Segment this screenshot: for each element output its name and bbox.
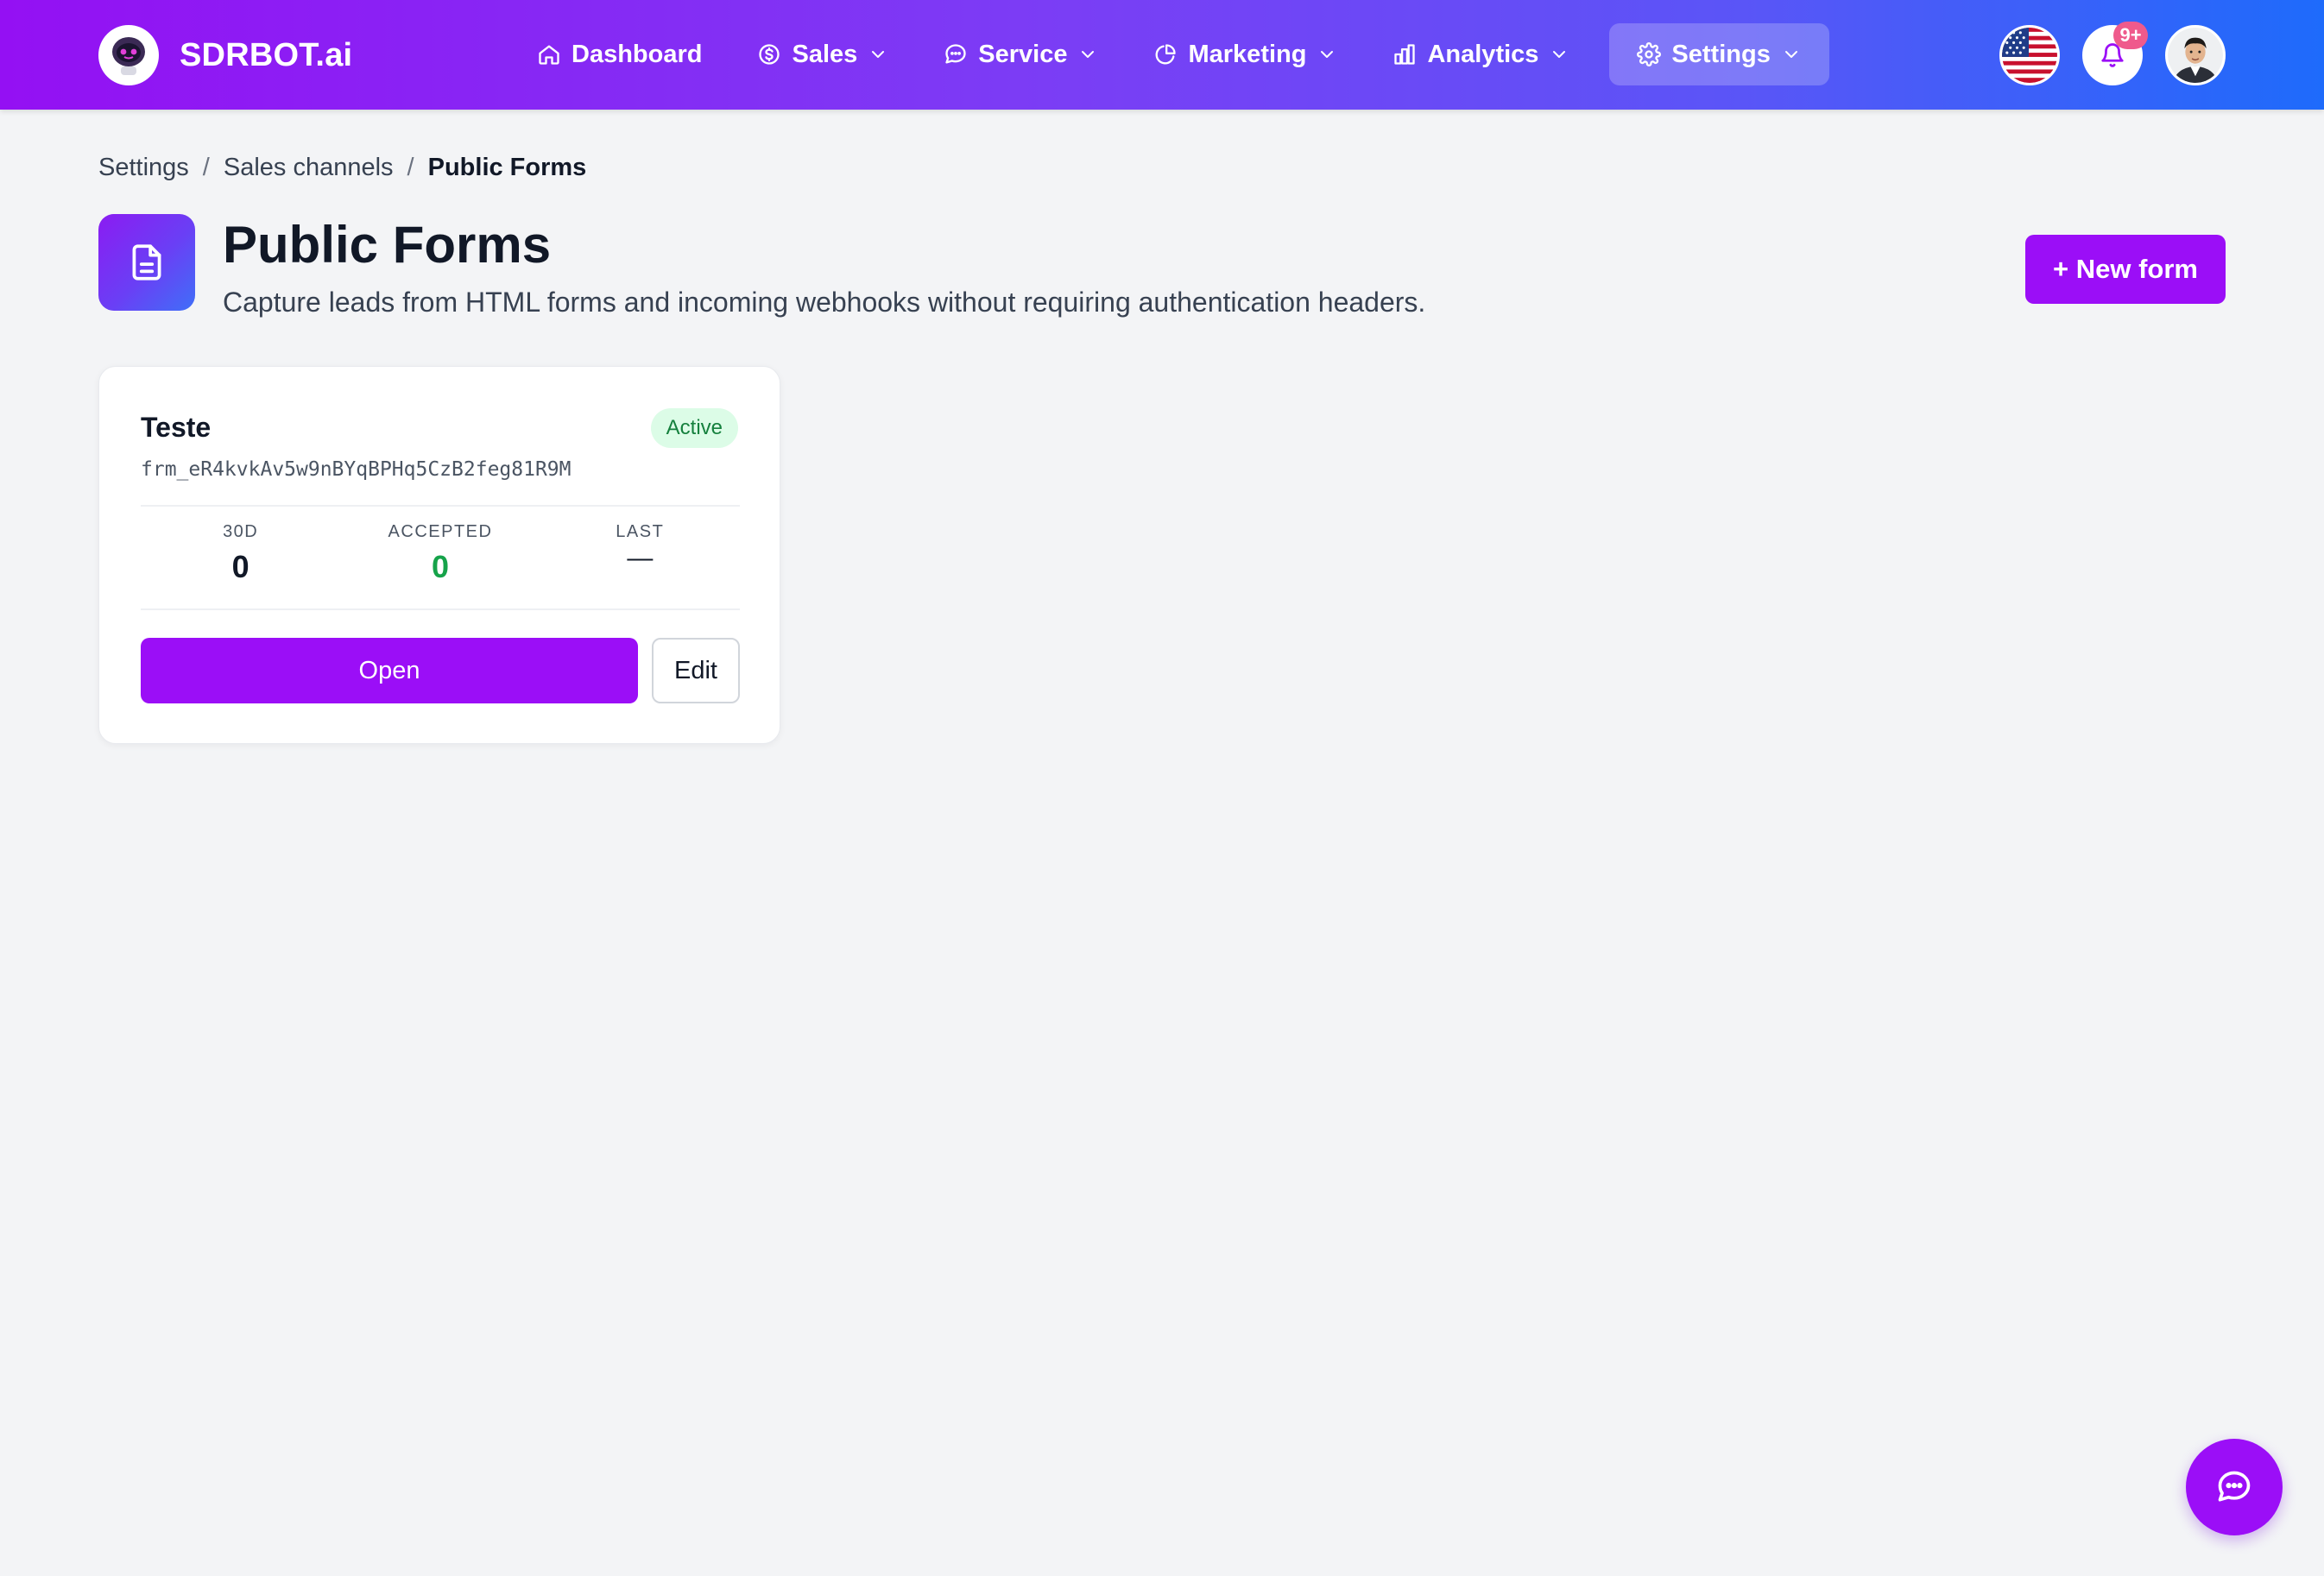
- stat-label: LAST: [616, 522, 665, 541]
- breadcrumb: Settings / Sales channels / Public Forms: [98, 154, 586, 182]
- breadcrumb-settings[interactable]: Settings: [98, 154, 189, 182]
- document-icon: [98, 214, 195, 311]
- language-selector[interactable]: [1999, 25, 2060, 85]
- status-badge: Active: [650, 408, 738, 448]
- avatar-photo: [2168, 28, 2223, 83]
- nav-label: Dashboard: [572, 40, 703, 68]
- stat-value: 0: [431, 549, 449, 584]
- chat-bubble-icon: [2218, 1471, 2251, 1502]
- breadcrumb-current: Public Forms: [427, 154, 587, 181]
- user-avatar[interactable]: [2165, 25, 2226, 85]
- brand[interactable]: SDRBOT.ai: [98, 25, 352, 85]
- open-button[interactable]: Open: [141, 638, 638, 703]
- nav-marketing[interactable]: Marketing: [1126, 23, 1365, 85]
- nav-service[interactable]: Service: [916, 23, 1126, 85]
- page-subtitle: Capture leads from HTML forms and incomi…: [223, 287, 1426, 318]
- stat-30d: 30D 0: [141, 507, 340, 608]
- page-title: Public Forms: [223, 216, 552, 274]
- breadcrumb-separator: /: [202, 154, 210, 181]
- main-nav: Dashboard Sales Service Marketing Analyt…: [509, 23, 1829, 85]
- top-navbar: SDRBOT.ai Dashboard Sales Service Market…: [0, 0, 2324, 110]
- nav-dashboard[interactable]: Dashboard: [509, 23, 729, 85]
- form-id: frm_eR4kvkAv5w9nBYqBPHq5CzB2feg81R9M: [141, 458, 572, 481]
- chevron-down-icon: [872, 51, 885, 58]
- home-icon: [539, 45, 559, 65]
- form-card: Teste Active frm_eR4kvkAv5w9nBYqBPHq5CzB…: [98, 366, 780, 744]
- form-stats: 30D 0 ACCEPTED 0 LAST —: [141, 505, 740, 610]
- stat-last: LAST —: [540, 507, 740, 608]
- stat-value: —: [627, 544, 654, 572]
- chevron-down-icon: [1321, 51, 1334, 58]
- gear-icon: [1637, 42, 1662, 66]
- edit-button[interactable]: Edit: [652, 638, 740, 703]
- pie-chart-icon: [1156, 44, 1177, 65]
- new-form-button[interactable]: + New form: [2025, 235, 2226, 304]
- nav-label: Sales: [792, 40, 858, 68]
- notification-badge: 9+: [2113, 22, 2148, 49]
- dollar-circle-icon: [759, 44, 780, 65]
- stat-label: ACCEPTED: [388, 522, 493, 541]
- nav-label: Settings: [1671, 40, 1771, 68]
- header-actions: 9+: [1999, 22, 2226, 85]
- chevron-down-icon: [1082, 51, 1095, 58]
- nav-analytics[interactable]: Analytics: [1365, 23, 1597, 85]
- nav-sales[interactable]: Sales: [729, 23, 916, 85]
- nav-label: Service: [978, 40, 1068, 68]
- chevron-down-icon: [1553, 51, 1566, 58]
- chat-support-button[interactable]: [2186, 1439, 2283, 1535]
- stat-accepted: ACCEPTED 0: [340, 507, 540, 608]
- breadcrumb-sales-channels[interactable]: Sales channels: [224, 154, 394, 182]
- nav-settings[interactable]: Settings: [1609, 23, 1829, 85]
- us-flag-icon: [2002, 28, 2057, 83]
- stat-value: 0: [231, 549, 249, 584]
- nav-label: Marketing: [1188, 40, 1307, 68]
- robot-logo-icon: [98, 25, 159, 85]
- bar-chart-icon: [1394, 44, 1416, 65]
- stat-label: 30D: [223, 522, 259, 541]
- form-name: Teste: [141, 412, 212, 443]
- chat-bubble-icon: [945, 44, 966, 64]
- chevron-down-icon: [1784, 51, 1797, 58]
- notifications-button[interactable]: 9+: [2082, 22, 2148, 85]
- nav-label: Analytics: [1427, 40, 1539, 68]
- breadcrumb-separator: /: [407, 154, 414, 181]
- brand-name: SDRBOT.ai: [180, 36, 353, 73]
